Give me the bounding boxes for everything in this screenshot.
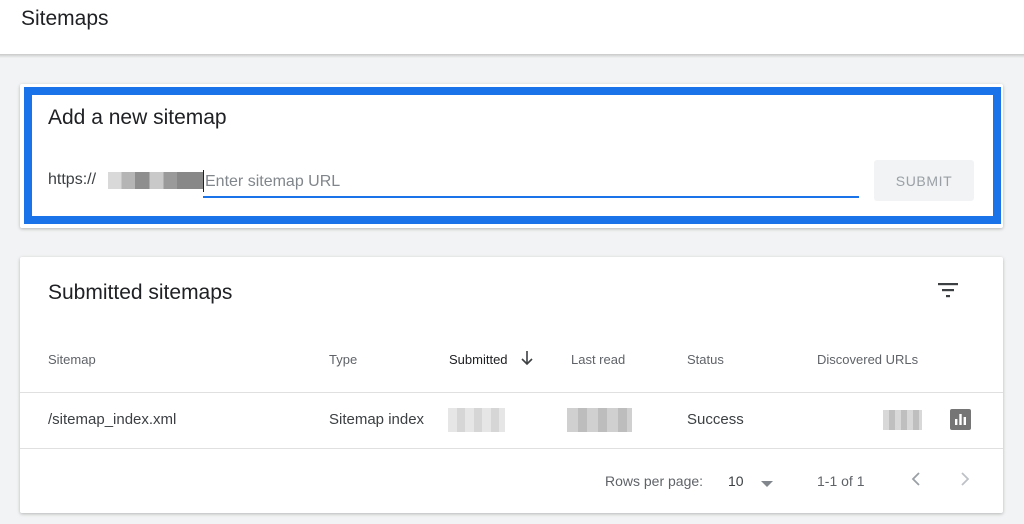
column-header-status[interactable]: Status <box>687 352 724 367</box>
submit-button[interactable]: SUBMIT <box>874 160 974 201</box>
column-header-last-read[interactable]: Last read <box>571 352 625 367</box>
chevron-left-icon[interactable] <box>908 470 924 488</box>
column-header-sitemap[interactable]: Sitemap <box>48 352 96 367</box>
cell-discovered-urls-redacted <box>883 410 922 430</box>
filter-icon[interactable] <box>936 281 960 299</box>
cell-sitemap[interactable]: /sitemap_index.xml <box>48 411 176 428</box>
top-bar-shadow <box>0 54 1024 58</box>
caret-down-icon[interactable] <box>761 481 773 487</box>
cell-submitted-redacted <box>448 408 505 432</box>
chevron-right-icon[interactable] <box>957 470 973 488</box>
cell-type: Sitemap index <box>329 411 425 428</box>
arrow-down-icon[interactable] <box>520 350 534 366</box>
rows-per-page-select[interactable]: 10 <box>728 473 744 489</box>
submitted-sitemaps-title: Submitted sitemaps <box>48 281 233 304</box>
bar-chart-icon[interactable] <box>950 409 971 430</box>
cell-status: Success <box>687 411 744 428</box>
redacted-domain <box>108 172 204 189</box>
row-divider <box>20 448 1003 449</box>
url-prefix: https:// <box>48 171 97 188</box>
pagination-range: 1-1 of 1 <box>817 473 865 489</box>
header-divider <box>20 392 1003 393</box>
sitemap-url-input[interactable] <box>203 168 859 198</box>
cell-last-read-redacted <box>567 408 632 432</box>
page-title: Sitemaps <box>21 7 109 30</box>
top-bar: Sitemaps <box>0 0 1024 54</box>
add-sitemap-title: Add a new sitemap <box>48 106 227 129</box>
text-cursor <box>203 170 204 192</box>
rows-per-page-label: Rows per page: <box>605 473 704 489</box>
column-header-submitted[interactable]: Submitted <box>449 352 508 367</box>
column-header-type[interactable]: Type <box>329 352 357 367</box>
column-header-discovered-urls[interactable]: Discovered URLs <box>817 352 918 367</box>
